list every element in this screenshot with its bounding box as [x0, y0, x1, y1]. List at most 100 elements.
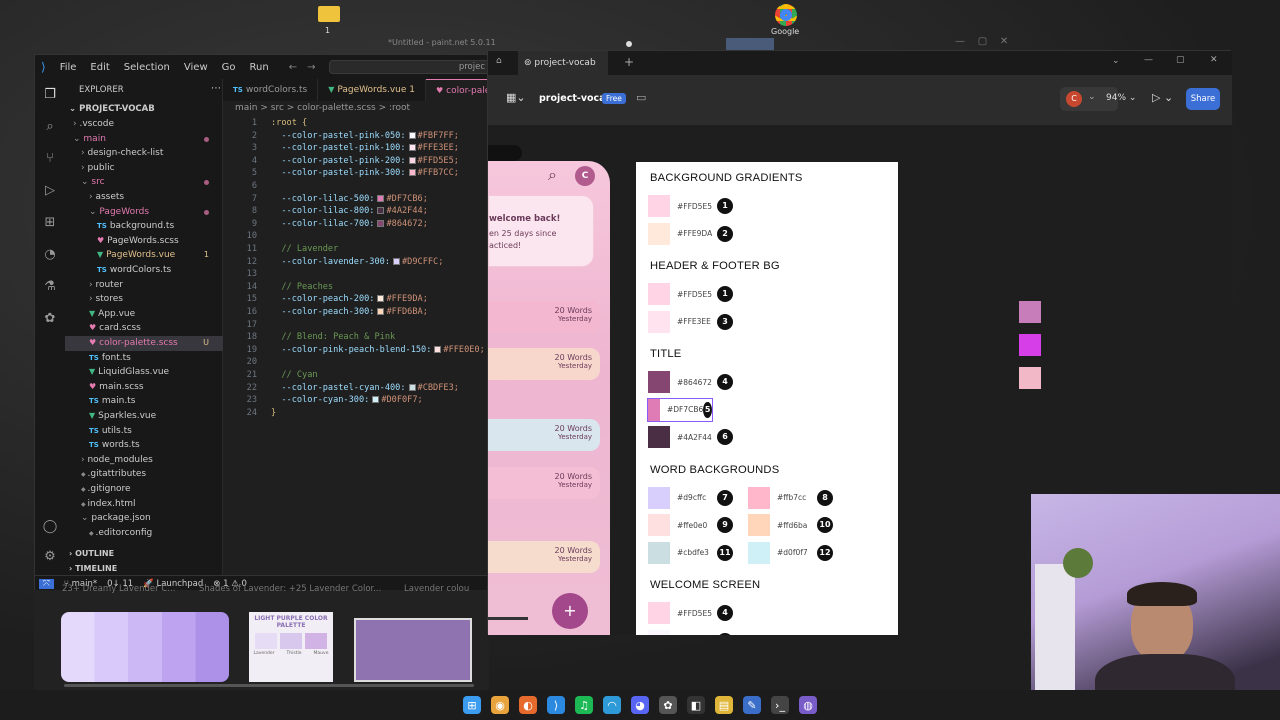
palette-swatch[interactable]	[748, 541, 770, 564]
code-line[interactable]: 6	[223, 180, 490, 193]
phone-mockup[interactable]: ⌕ C welcome back! en 25 days since actic…	[488, 145, 610, 635]
panel-toggle-icon[interactable]: ▭	[636, 91, 646, 104]
timeline-section[interactable]: › TIMELINE	[69, 564, 117, 573]
zoom-level[interactable]: 94% ⌄	[1106, 93, 1136, 103]
tree-item[interactable]: › public	[65, 161, 223, 176]
color-swatch[interactable]	[393, 257, 400, 265]
palette-swatch-row[interactable]: #ffd6ba 10	[748, 514, 833, 536]
tree-item[interactable]: ◆ index.html	[65, 497, 223, 512]
tree-item[interactable]: ▼ Sparkles.vue	[65, 409, 223, 424]
tree-item[interactable]: ◆ .gitignore	[65, 482, 223, 497]
firefox-icon[interactable]: ◐	[519, 696, 537, 714]
palette-swatch[interactable]	[748, 514, 770, 536]
color-swatch[interactable]	[377, 295, 385, 303]
color-swatch[interactable]	[377, 219, 385, 227]
main-menu-icon[interactable]: ▦⌄	[506, 91, 526, 104]
forward-arrow-icon[interactable]: →	[307, 62, 315, 73]
tree-item[interactable]: TS main.ts	[65, 394, 223, 409]
palette-swatch-row[interactable]: #cbdfe3 11	[648, 541, 733, 564]
canvas-color-swatch[interactable]	[1019, 367, 1041, 389]
palette-swatch-row[interactable]: #864672 4	[648, 371, 733, 393]
extensions-icon[interactable]: ⊞	[42, 215, 58, 231]
code-line[interactable]: 9 --color-lilac-700: #864672;	[223, 218, 490, 231]
code-line[interactable]: 15 --color-peach-200: #FFE9DA;	[223, 293, 490, 306]
code-line[interactable]: 13	[223, 268, 490, 281]
breadcrumb[interactable]: main > src > color-palette.scss > :root	[235, 103, 410, 113]
palette-swatch[interactable]	[648, 426, 670, 448]
openai-icon[interactable]: ✿	[42, 311, 58, 327]
home-icon[interactable]: ⌂	[496, 56, 502, 66]
menu-selection[interactable]: Selection	[124, 62, 170, 73]
tree-item[interactable]: TS words.ts	[65, 438, 223, 453]
code-editor[interactable]: 1:root {2 --color-pastel-pink-050: #FBF7F…	[223, 117, 490, 418]
palette-swatch-row[interactable]: #FFD5E5 1	[648, 283, 733, 305]
windows-icon[interactable]: ⊞	[463, 696, 481, 714]
tree-item[interactable]: TS background.ts	[65, 219, 223, 234]
code-line[interactable]: 18 // Blend: Peach & Pink	[223, 331, 490, 344]
tree-item[interactable]: ♥ card.scss	[65, 321, 223, 336]
figma-file-tab[interactable]: ⊚ project-vocab ✕	[518, 51, 608, 92]
palette-swatch-row[interactable]: #ffe0e0 9	[648, 514, 733, 536]
color-swatch[interactable]	[408, 144, 416, 152]
tabs-menu-chevron-icon[interactable]: ⌄	[1112, 56, 1120, 66]
color-swatch[interactable]	[377, 194, 385, 202]
remote-indicator-icon[interactable]: ⤧	[39, 578, 54, 589]
palette-swatch[interactable]	[648, 283, 670, 305]
tree-item[interactable]: TS wordColors.ts	[65, 263, 223, 278]
purple-swatch-thumb[interactable]	[354, 618, 472, 682]
code-line[interactable]: 3 --color-pastel-pink-100: #FFE3EE;	[223, 142, 490, 155]
code-line[interactable]: 2 --color-pastel-pink-050: #FBF7FF;	[223, 130, 490, 143]
color-swatch[interactable]	[372, 396, 380, 404]
tree-item[interactable]: › .vscode	[65, 117, 223, 132]
tree-item[interactable]: › design-check-list	[65, 146, 223, 161]
color-swatch[interactable]	[377, 207, 385, 215]
lavender-palette-thumb[interactable]	[61, 612, 229, 682]
code-line[interactable]: 8 --color-lilac-800: #4A2F44;	[223, 205, 490, 218]
back-arrow-icon[interactable]: ←	[289, 62, 297, 73]
result-title-2[interactable]: Shades of Lavender: +25 Lavender Color..…	[199, 584, 381, 594]
minimize-icon[interactable]: —	[1144, 55, 1153, 65]
figma-icon[interactable]: ◧	[687, 696, 705, 714]
tree-item[interactable]: TS font.ts	[65, 351, 223, 366]
tree-item[interactable]: ♥ main.scss	[65, 380, 223, 395]
folder-icon[interactable]	[318, 6, 340, 22]
tree-item[interactable]: › stores	[65, 292, 223, 307]
code-line[interactable]: 12 --color-lavender-300: #D9CFFC;	[223, 256, 490, 269]
code-line[interactable]: 16 --color-peach-300: #FFD6BA;	[223, 306, 490, 319]
edge-icon[interactable]: ◠	[603, 696, 621, 714]
palette-swatch[interactable]	[648, 602, 670, 624]
palette-swatch-row[interactable]: #FFE3EE 3	[648, 310, 733, 333]
close-window-icon[interactable]: ✕	[1210, 55, 1218, 65]
color-swatch[interactable]	[377, 308, 385, 315]
canvas-color-swatch[interactable]	[1019, 301, 1041, 323]
palette-swatch-row[interactable]: #FFD5E5 4	[648, 602, 733, 624]
palette-swatch-row[interactable]: #d9cffc 7	[648, 486, 733, 509]
palette-swatch-row[interactable]: #FFE9DA 2	[648, 222, 733, 245]
maximize-icon[interactable]: ▢	[1176, 55, 1185, 65]
menu-file[interactable]: File	[60, 62, 77, 73]
palette-swatch[interactable]	[648, 195, 670, 217]
chrome-icon[interactable]	[775, 4, 797, 26]
new-tab-icon[interactable]: +	[624, 55, 634, 69]
code-line[interactable]: 14 // Peaches	[223, 281, 490, 294]
result-title-3[interactable]: Lavender colou	[404, 584, 469, 594]
code-line[interactable]: 23 --color-cyan-300: #D0F0F7;	[223, 394, 490, 407]
palette-swatch-row[interactable]: #FFD5E5 1	[648, 195, 733, 217]
spotify-icon[interactable]: ♫	[575, 696, 593, 714]
tree-item[interactable]: ♥ color-palette.scss U	[65, 336, 223, 351]
explorer-icon[interactable]: ❐	[42, 87, 58, 103]
tree-item[interactable]: ◆ .gitattributes	[65, 467, 223, 482]
testing-icon[interactable]: ⚗	[42, 279, 58, 295]
explorer-icon[interactable]: ▤	[715, 696, 733, 714]
code-line[interactable]: 22 --color-pastel-cyan-400: #CBDFE3;	[223, 382, 490, 395]
paint-icon[interactable]: ✎	[743, 696, 761, 714]
share-button[interactable]: Share	[1186, 88, 1220, 110]
tree-item[interactable]: › assets	[65, 190, 223, 205]
code-line[interactable]: 10	[223, 230, 490, 243]
vscode-icon[interactable]: ⟩	[547, 696, 565, 714]
palette-swatch[interactable]	[648, 629, 670, 635]
palette-swatch[interactable]	[648, 398, 660, 421]
account-icon[interactable]: ◯	[42, 519, 58, 535]
tree-item[interactable]: › node_modules	[65, 453, 223, 468]
source-control-icon[interactable]: ⑂	[42, 151, 58, 167]
